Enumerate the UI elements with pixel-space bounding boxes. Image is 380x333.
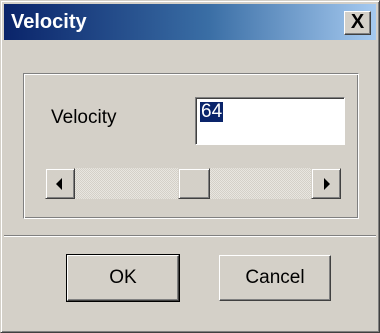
velocity-input-value: 64 bbox=[200, 101, 224, 122]
velocity-dialog: Velocity X Velocity 64 OK Cancel bbox=[0, 0, 380, 333]
scroll-left-button[interactable] bbox=[45, 168, 75, 199]
arrow-left-icon bbox=[56, 178, 62, 190]
arrow-right-icon bbox=[324, 178, 330, 190]
title-bar[interactable]: Velocity X bbox=[4, 4, 376, 40]
cancel-button[interactable]: Cancel bbox=[219, 255, 331, 301]
scroll-right-button[interactable] bbox=[311, 168, 341, 199]
close-button[interactable]: X bbox=[344, 11, 371, 35]
scroll-thumb[interactable] bbox=[178, 168, 210, 199]
ok-button[interactable]: OK bbox=[66, 254, 180, 302]
window-title: Velocity bbox=[11, 11, 87, 33]
close-icon: X bbox=[350, 11, 365, 33]
velocity-scrollbar[interactable] bbox=[45, 168, 341, 199]
velocity-input[interactable]: 64 bbox=[195, 97, 345, 145]
button-separator bbox=[4, 235, 376, 237]
velocity-label: Velocity bbox=[51, 107, 117, 128]
